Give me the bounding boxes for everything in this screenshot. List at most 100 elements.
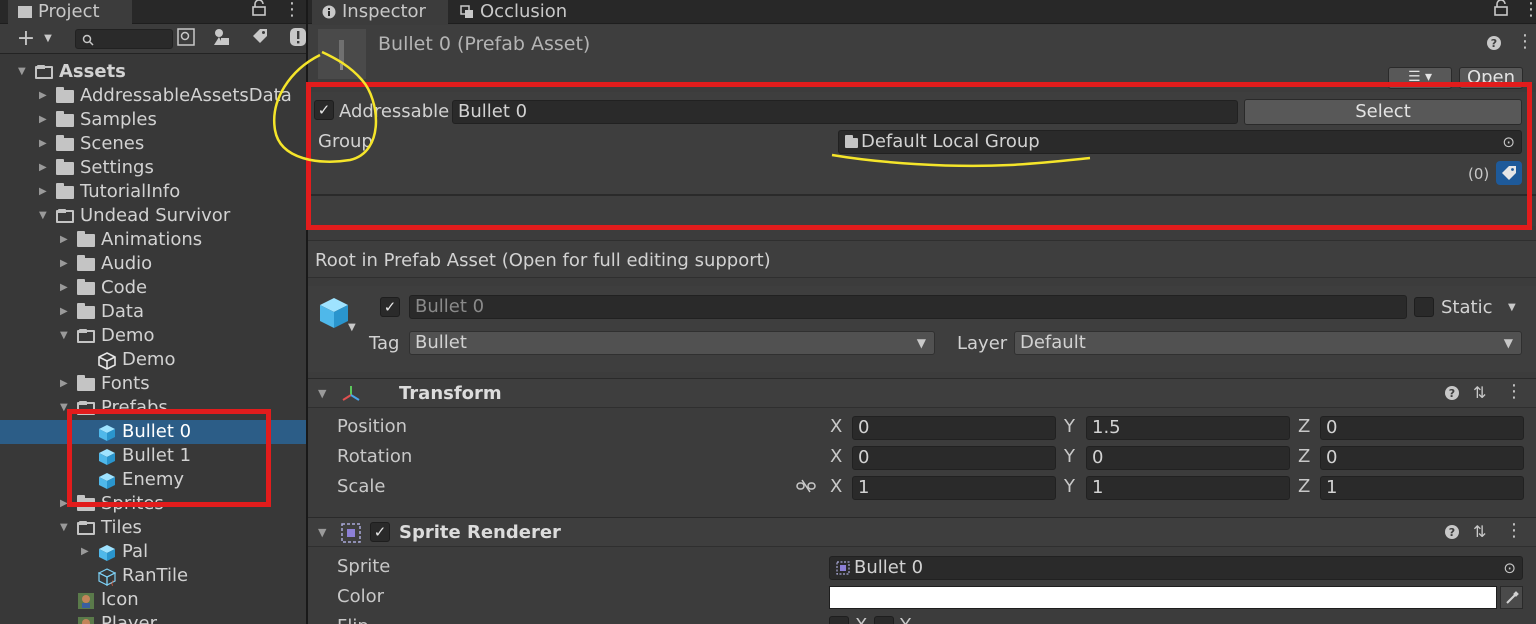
flip-y-checkbox[interactable]: [874, 616, 894, 624]
collapse-arrow-icon[interactable]: ▼: [318, 387, 326, 400]
tree-item[interactable]: ▼ Assets: [0, 60, 306, 84]
tree-item[interactable]: Bullet 1: [0, 444, 306, 468]
tree-item[interactable]: Icon: [0, 588, 306, 612]
axis-z-label[interactable]: Z: [1298, 476, 1310, 497]
transform-rotation-y-field[interactable]: 0: [1086, 446, 1290, 470]
tree-item[interactable]: ▼ Tiles: [0, 516, 306, 540]
chevron-right-icon[interactable]: ▶: [60, 259, 70, 269]
tag-dropdown[interactable]: Bullet ▼: [409, 331, 935, 355]
preset-icon[interactable]: ⇅: [1473, 522, 1486, 541]
chevron-right-icon[interactable]: ▶: [39, 91, 49, 101]
tree-item[interactable]: ▶ Pal: [0, 540, 306, 564]
tab-inspector[interactable]: Inspector: [312, 0, 448, 24]
help-icon[interactable]: ?: [1444, 385, 1460, 405]
collapse-arrow-icon[interactable]: ▼: [318, 526, 326, 539]
chevron-down-icon[interactable]: ▼: [36, 27, 60, 51]
active-checkbox[interactable]: ✓: [380, 297, 400, 317]
lock-icon[interactable]: [252, 0, 266, 20]
tree-item[interactable]: ▼ Demo: [0, 324, 306, 348]
axis-x-label[interactable]: X: [830, 416, 842, 437]
transform-position-x-field[interactable]: 0: [852, 416, 1056, 440]
sprite-renderer-header[interactable]: ▼ ✓ Sprite Renderer ? ⇅ ⋮: [308, 517, 1536, 547]
chevron-down-icon[interactable]: ▼: [60, 523, 70, 533]
tree-item[interactable]: {} RanTile: [0, 564, 306, 588]
tree-item[interactable]: ▶ Fonts: [0, 372, 306, 396]
labels-button[interactable]: [1496, 161, 1522, 185]
preset-icon[interactable]: ⇅: [1473, 383, 1486, 402]
transform-rotation-z-field[interactable]: 0: [1320, 446, 1524, 470]
axis-z-label[interactable]: Z: [1298, 446, 1310, 467]
axis-z-label[interactable]: Z: [1298, 416, 1310, 437]
tab-occlusion[interactable]: Occlusion: [450, 0, 590, 24]
chevron-right-icon[interactable]: ▶: [60, 379, 70, 389]
chevron-right-icon[interactable]: ▶: [60, 283, 70, 293]
axis-y-label[interactable]: Y: [1064, 446, 1075, 467]
axis-y-label[interactable]: Y: [1064, 416, 1075, 437]
open-button[interactable]: Open: [1459, 67, 1523, 89]
filter-type-icon[interactable]: [210, 27, 234, 51]
sprite-field[interactable]: Bullet 0 ⊙: [829, 556, 1523, 580]
chevron-down-icon[interactable]: ▼: [18, 67, 28, 77]
tree-item[interactable]: ▶ Samples: [0, 108, 306, 132]
sprite-renderer-enabled-checkbox[interactable]: ✓: [370, 522, 390, 542]
group-field[interactable]: Default Local Group ⊙: [838, 130, 1522, 154]
search-mode-icon[interactable]: [174, 27, 198, 51]
chevron-down-icon[interactable]: ▼: [348, 322, 356, 333]
kebab-menu-icon[interactable]: ⋮: [1505, 520, 1523, 541]
tree-item[interactable]: Player: [0, 612, 306, 624]
transform-position-y-field[interactable]: 1.5: [1086, 416, 1290, 440]
select-button[interactable]: Select: [1244, 99, 1522, 125]
tree-item[interactable]: ▶ Sprites: [0, 492, 306, 516]
chevron-right-icon[interactable]: ▶: [60, 307, 70, 317]
kebab-menu-icon[interactable]: ⋮: [1522, 0, 1536, 20]
transform-rotation-x-field[interactable]: 0: [852, 446, 1056, 470]
constrain-proportions-icon[interactable]: [796, 478, 816, 497]
tree-item[interactable]: Demo: [0, 348, 306, 372]
axis-x-label[interactable]: X: [830, 446, 842, 467]
chevron-right-icon[interactable]: ▶: [39, 139, 49, 149]
chevron-right-icon[interactable]: ▶: [39, 115, 49, 125]
help-icon[interactable]: ?: [1486, 35, 1502, 55]
object-picker-icon[interactable]: ⊙: [1502, 131, 1515, 153]
filter-label-icon[interactable]: [248, 27, 272, 51]
chevron-right-icon[interactable]: ▶: [39, 187, 49, 197]
flip-x-checkbox[interactable]: [829, 616, 849, 624]
transform-scale-x-field[interactable]: 1: [852, 476, 1056, 500]
tree-item[interactable]: ▼ Undead Survivor: [0, 204, 306, 228]
tree-item[interactable]: ▼ Prefabs: [0, 396, 306, 420]
tree-item[interactable]: ▶ Code: [0, 276, 306, 300]
object-picker-icon[interactable]: ⊙: [1503, 557, 1516, 579]
tree-item[interactable]: ▶ Animations: [0, 228, 306, 252]
eyedropper-icon[interactable]: [1500, 586, 1523, 609]
add-asset-button[interactable]: +: [14, 27, 38, 51]
tree-item[interactable]: ▶ TutorialInfo: [0, 180, 306, 204]
chevron-right-icon[interactable]: ▶: [81, 547, 91, 557]
search-input[interactable]: [75, 29, 173, 49]
static-checkbox[interactable]: [1414, 297, 1434, 317]
chevron-down-icon[interactable]: ▼: [39, 211, 49, 221]
tree-item[interactable]: ▶ AddressableAssetsData: [0, 84, 306, 108]
tree-item[interactable]: ▶ Data: [0, 300, 306, 324]
axis-y-label[interactable]: Y: [1064, 476, 1075, 497]
transform-header[interactable]: ▼ Transform ? ⇅ ⋮: [308, 378, 1536, 408]
tree-item[interactable]: Bullet 0: [0, 420, 306, 444]
transform-position-z-field[interactable]: 0: [1320, 416, 1524, 440]
axis-x-label[interactable]: X: [830, 476, 842, 497]
chevron-down-icon[interactable]: ▼: [60, 403, 70, 413]
tree-item[interactable]: Enemy: [0, 468, 306, 492]
chevron-down-icon[interactable]: ▼: [1508, 302, 1516, 313]
lock-icon[interactable]: [1494, 0, 1508, 20]
transform-scale-z-field[interactable]: 1: [1320, 476, 1524, 500]
chevron-down-icon[interactable]: ▼: [60, 331, 70, 341]
kebab-menu-icon[interactable]: ⋮: [1516, 31, 1534, 52]
kebab-menu-icon[interactable]: ⋮: [283, 0, 301, 20]
layer-dropdown[interactable]: Default ▼: [1014, 331, 1522, 355]
chevron-right-icon[interactable]: ▶: [39, 163, 49, 173]
gameobject-name-field[interactable]: Bullet 0: [409, 295, 1407, 319]
color-swatch[interactable]: [829, 586, 1497, 609]
chevron-right-icon[interactable]: ▶: [60, 235, 70, 245]
tree-item[interactable]: ▶ Settings: [0, 156, 306, 180]
help-icon[interactable]: ?: [1444, 524, 1460, 544]
chevron-right-icon[interactable]: ▶: [60, 499, 70, 509]
tree-item[interactable]: ▶ Scenes: [0, 132, 306, 156]
